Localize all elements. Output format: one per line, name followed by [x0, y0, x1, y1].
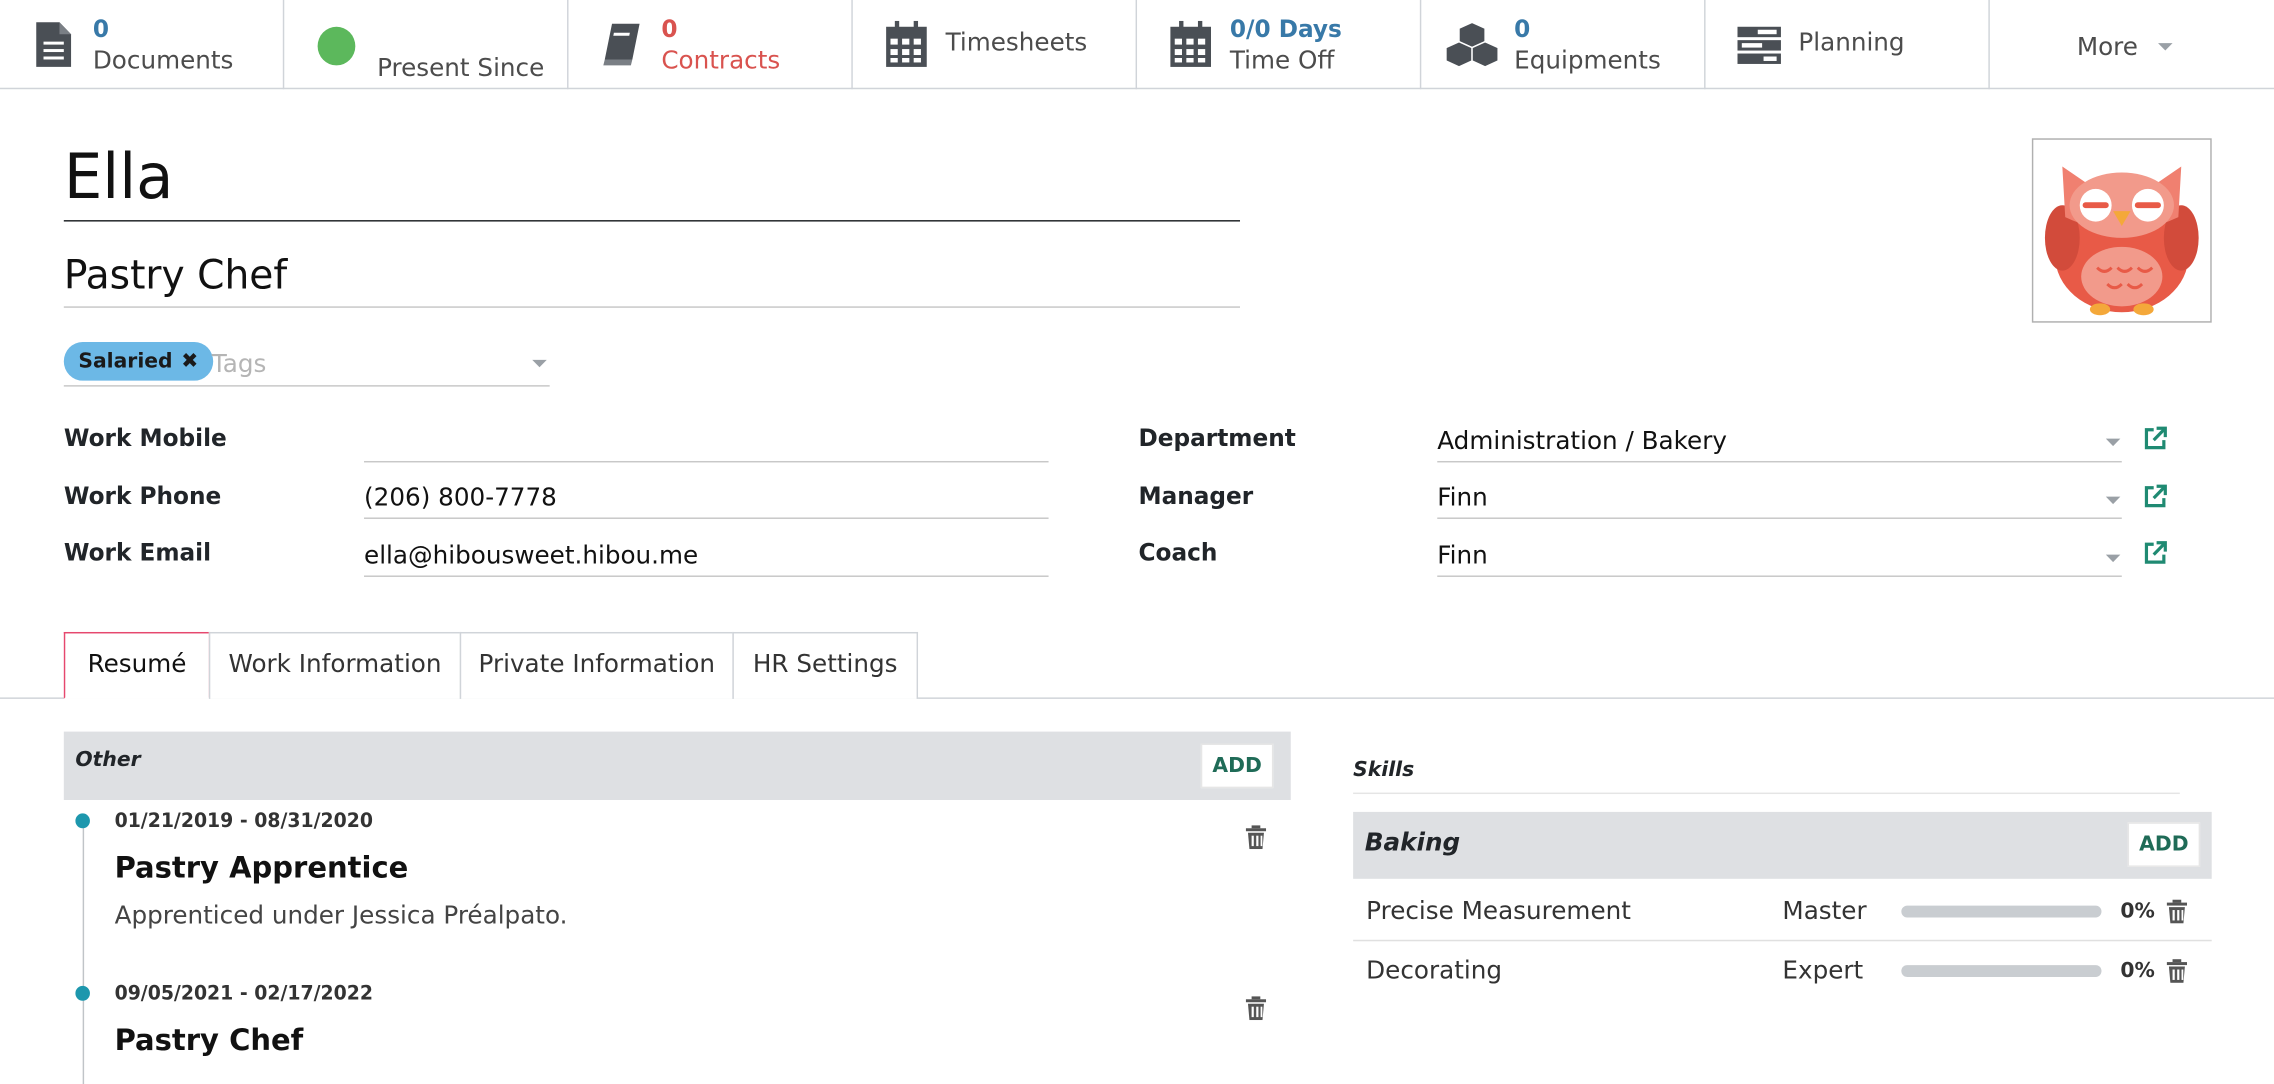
- skills-title: Skills: [1353, 758, 2180, 795]
- department-label: Department: [1138, 423, 1296, 453]
- skill-level: Expert: [1782, 956, 1864, 986]
- resume-section-title: Other: [75, 747, 141, 772]
- timeline-dot: [75, 985, 90, 1001]
- owl-avatar-icon: [2044, 166, 2199, 316]
- skill-progress-bar: [1901, 905, 2102, 918]
- tags-field[interactable]: Salaried ✖ Tags: [63, 341, 550, 387]
- skill-progress-bar: [1901, 965, 2102, 977]
- employee-avatar[interactable]: [2031, 138, 2212, 323]
- manager-field[interactable]: Finn: [1437, 482, 2122, 519]
- tab-work-information[interactable]: Work Information: [208, 631, 462, 699]
- time-off-days: 0/0 Days: [1229, 14, 1342, 44]
- skill-name: Precise Measurement: [1366, 896, 1631, 927]
- resume-line-description: Apprenticed under Jessica Préalpato.: [114, 901, 568, 931]
- tag-label: Salaried: [78, 349, 173, 374]
- work-mobile-field[interactable]: [364, 425, 1049, 463]
- equipments-label: Equipments: [1514, 46, 1661, 76]
- resume-timeline: [82, 822, 85, 1084]
- department-field[interactable]: Administration / Bakery: [1437, 425, 2122, 463]
- timeline-dot: [75, 813, 90, 829]
- smart-button-bar: 0 Documents Present Since 0 Contracts Ti…: [0, 0, 2274, 90]
- resume-line-dates: 01/21/2019 - 08/31/2020: [114, 810, 373, 833]
- presence-label: Present Since: [377, 53, 545, 84]
- resume-section-header: Other ADD: [63, 731, 1291, 801]
- skill-name: Decorating: [1366, 956, 1503, 986]
- resume-line-title[interactable]: Pastry Apprentice: [115, 849, 409, 885]
- chevron-down-icon[interactable]: [2105, 554, 2121, 563]
- tab-hr-settings[interactable]: HR Settings: [732, 631, 919, 699]
- skill-progress-text: 0%: [2120, 899, 2155, 924]
- contracts-label: Contracts: [661, 46, 781, 76]
- resume-line-title[interactable]: Pastry Chef: [115, 1022, 304, 1058]
- cubes-icon: [1445, 21, 1499, 68]
- time-off-label: Time Off: [1229, 46, 1335, 76]
- documents-label: Documents: [92, 46, 234, 76]
- contracts-count: 0: [661, 14, 678, 44]
- tag-badge: Salaried ✖: [63, 342, 213, 381]
- tags-placeholder: Tags: [211, 349, 267, 380]
- work-email-field[interactable]: ella@hibousweet.hibou.me: [364, 540, 1049, 577]
- employee-name-field[interactable]: Ella: [63, 141, 1241, 222]
- remove-tag-icon[interactable]: ✖: [181, 349, 198, 373]
- presence-dot-icon: [317, 26, 356, 66]
- skill-level: Master: [1782, 896, 1867, 927]
- job-title-field[interactable]: Pastry Chef: [63, 253, 1241, 308]
- trash-icon[interactable]: [1245, 996, 1267, 1021]
- documents-button[interactable]: 0 Documents: [0, 0, 285, 90]
- skill-row[interactable]: Precise Measurement Master 0%: [1353, 882, 2212, 942]
- work-phone-label: Work Phone: [63, 481, 222, 511]
- skill-row[interactable]: Decorating Expert 0%: [1353, 941, 2212, 1000]
- more-label: More: [2076, 32, 2138, 63]
- document-icon: [36, 22, 72, 67]
- more-button[interactable]: More: [1990, 0, 2271, 89]
- timesheets-button[interactable]: Timesheets: [853, 0, 1138, 90]
- tasks-icon: [1737, 26, 1781, 64]
- coach-label: Coach: [1138, 538, 1218, 567]
- planning-label: Planning: [1798, 28, 1905, 58]
- resume-line-dates: 09/05/2021 - 02/17/2022: [114, 982, 373, 1006]
- documents-count: 0: [92, 14, 109, 44]
- planning-button[interactable]: Planning: [1706, 0, 1990, 90]
- chevron-down-icon[interactable]: [2105, 496, 2121, 505]
- add-skill-button[interactable]: ADD: [2127, 822, 2201, 867]
- chevron-down-icon[interactable]: [2105, 438, 2121, 447]
- manager-label: Manager: [1138, 481, 1254, 511]
- skill-progress-text: 0%: [2120, 959, 2155, 983]
- external-link-icon[interactable]: [2142, 483, 2168, 510]
- external-link-icon[interactable]: [2142, 425, 2168, 452]
- tab-private-information[interactable]: Private Information: [459, 631, 734, 699]
- work-email-label: Work Email: [63, 538, 212, 567]
- chevron-down-icon[interactable]: [532, 359, 547, 368]
- caret-down-icon: [2158, 43, 2173, 51]
- calendar-icon: [1170, 20, 1212, 67]
- timesheets-label: Timesheets: [945, 28, 1088, 58]
- external-link-icon[interactable]: [2142, 540, 2168, 567]
- trash-icon[interactable]: [1245, 825, 1267, 850]
- book-icon: [603, 23, 640, 66]
- calendar-icon: [886, 20, 927, 67]
- skill-group-title: Baking: [1364, 828, 1461, 858]
- contracts-button[interactable]: 0 Contracts: [569, 0, 853, 90]
- trash-icon[interactable]: [2166, 899, 2188, 924]
- equipments-button[interactable]: 0 Equipments: [1421, 0, 1706, 90]
- skill-group-header: Baking ADD: [1353, 811, 2212, 879]
- trash-icon[interactable]: [2166, 959, 2188, 983]
- work-mobile-label: Work Mobile: [63, 423, 227, 453]
- work-phone-field[interactable]: (206) 800-7778: [364, 482, 1049, 519]
- time-off-button[interactable]: 0/0 Days Time Off: [1137, 0, 1422, 90]
- presence-button[interactable]: Present Since: [284, 0, 569, 90]
- coach-field[interactable]: Finn: [1437, 540, 2122, 577]
- tab-resume[interactable]: Resumé: [63, 631, 211, 699]
- equipments-count: 0: [1514, 14, 1531, 44]
- add-resume-line-button[interactable]: ADD: [1200, 743, 1274, 789]
